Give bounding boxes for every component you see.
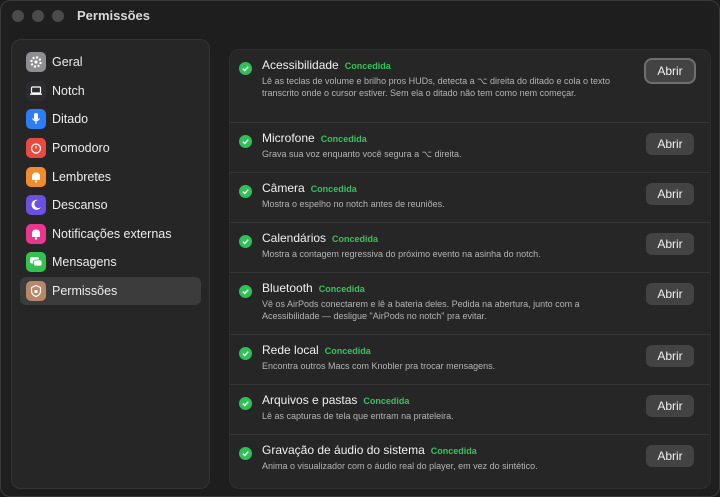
status-badge: Concedida — [430, 446, 477, 456]
status-badge: Concedida — [318, 284, 365, 294]
sidebar-item-geral[interactable]: Geral — [20, 48, 201, 77]
open-button[interactable]: Abrir — [646, 445, 694, 467]
timer-icon — [26, 138, 46, 159]
open-button[interactable]: Abrir — [646, 133, 694, 155]
status-badge: Concedida — [320, 134, 367, 144]
permission-row-acessibilidade: Acessibilidade Concedida Lê as teclas de… — [230, 50, 710, 123]
shield-icon — [26, 281, 46, 302]
permission-title: Microfone — [262, 131, 315, 145]
sidebar-item-ditado[interactable]: Ditado — [20, 105, 201, 134]
sidebar-item-label: Descanso — [52, 198, 108, 213]
checkmark-icon — [239, 62, 252, 75]
microphone-icon — [26, 109, 46, 130]
sidebar: Geral Notch Ditado Pomodoro Lembretes De… — [11, 39, 210, 489]
sidebar-item-label: Pomodoro — [52, 141, 110, 156]
permission-title: Câmera — [262, 181, 305, 195]
sidebar-item-notch[interactable]: Notch — [20, 77, 201, 106]
permission-row-calendarios: Calendários Concedida Mostra a contagem … — [230, 223, 710, 273]
permission-row-gravacao-de-audio: Gravação de áudio do sistema Concedida A… — [230, 435, 710, 488]
open-button[interactable]: Abrir — [646, 60, 694, 82]
laptop-icon — [26, 80, 46, 101]
zoom-window-button[interactable] — [52, 10, 64, 22]
open-button[interactable]: Abrir — [646, 345, 694, 367]
status-badge: Concedida — [324, 346, 371, 356]
sidebar-item-pomodoro[interactable]: Pomodoro — [20, 134, 201, 163]
permission-description: Lê as capturas de tela que entram na pra… — [262, 411, 454, 421]
permission-row-arquivos-e-pastas: Arquivos e pastas Concedida Lê as captur… — [230, 385, 710, 435]
permission-description: Encontra outros Macs com Knobler pra tro… — [262, 361, 496, 371]
permission-description: Mostra a contagem regressiva do próximo … — [262, 249, 541, 259]
permission-row-rede-local: Rede local Concedida Encontra outros Mac… — [230, 335, 710, 385]
checkmark-icon — [239, 235, 252, 248]
open-button[interactable]: Abrir — [646, 283, 694, 305]
permission-row-camera: Câmera Concedida Mostra o espelho no not… — [230, 173, 710, 223]
chat-icon — [26, 252, 46, 273]
permission-description: Lê as teclas de volume e brilho pros HUD… — [262, 76, 611, 99]
minimize-window-button[interactable] — [32, 10, 44, 22]
permission-title: Calendários — [262, 231, 327, 245]
permission-title: Bluetooth — [262, 281, 313, 295]
permission-title: Gravação de áudio do sistema — [262, 443, 425, 457]
checkmark-icon — [239, 397, 252, 410]
permission-title: Arquivos e pastas — [262, 393, 358, 407]
permissions-window: Permissões Geral Notch Ditado Pomodoro L… — [0, 0, 720, 497]
sidebar-item-label: Permissões — [52, 284, 118, 299]
checkmark-icon — [239, 185, 252, 198]
bell-icon — [26, 166, 46, 187]
permission-description: Grava sua voz enquanto você segura a ⌥ d… — [262, 149, 462, 159]
gear-icon — [26, 52, 46, 73]
title-bar: Permissões — [1, 1, 719, 33]
sidebar-item-mensagens[interactable]: Mensagens — [20, 248, 201, 277]
sidebar-item-label: Ditado — [52, 112, 89, 127]
sidebar-item-label: Lembretes — [52, 169, 112, 184]
permission-description: Mostra o espelho no notch antes de reuni… — [262, 199, 445, 209]
open-button[interactable]: Abrir — [646, 395, 694, 417]
sidebar-item-permissoes[interactable]: Permissões — [20, 276, 201, 306]
status-badge: Concedida — [344, 61, 391, 71]
checkmark-icon — [239, 285, 252, 298]
open-button[interactable]: Abrir — [646, 233, 694, 255]
sidebar-item-lembretes[interactable]: Lembretes — [20, 162, 201, 191]
sidebar-item-descanso[interactable]: Descanso — [20, 191, 201, 220]
status-badge: Concedida — [332, 234, 379, 244]
status-badge: Concedida — [363, 396, 410, 406]
sidebar-item-label: Mensagens — [52, 255, 117, 270]
checkmark-icon — [239, 135, 252, 148]
permission-row-bluetooth: Bluetooth Concedida Vê os AirPods conect… — [230, 273, 710, 335]
status-badge: Concedida — [310, 184, 357, 194]
permission-description: Anima o visualizador com o áudio real do… — [262, 461, 538, 471]
sidebar-item-label: Geral — [52, 55, 83, 70]
moon-icon — [26, 195, 46, 216]
close-window-button[interactable] — [12, 10, 24, 22]
sidebar-item-notificacoes-externas[interactable]: Notificações externas — [20, 220, 201, 249]
sidebar-item-label: Notch — [52, 83, 85, 98]
permission-row-microfone: Microfone Concedida Grava sua voz enquan… — [230, 123, 710, 173]
bell-badge-icon — [26, 223, 46, 244]
permission-title: Rede local — [262, 343, 319, 357]
open-button[interactable]: Abrir — [646, 183, 694, 205]
permission-description: Vê os AirPods conectarem e lê a bateria … — [262, 299, 580, 322]
permission-title: Acessibilidade — [262, 58, 339, 72]
permissions-list: Acessibilidade Concedida Lê as teclas de… — [229, 49, 711, 489]
checkmark-icon — [239, 447, 252, 460]
window-title: Permissões — [77, 8, 150, 23]
sidebar-item-label: Notificações externas — [52, 226, 172, 241]
checkmark-icon — [239, 347, 252, 360]
